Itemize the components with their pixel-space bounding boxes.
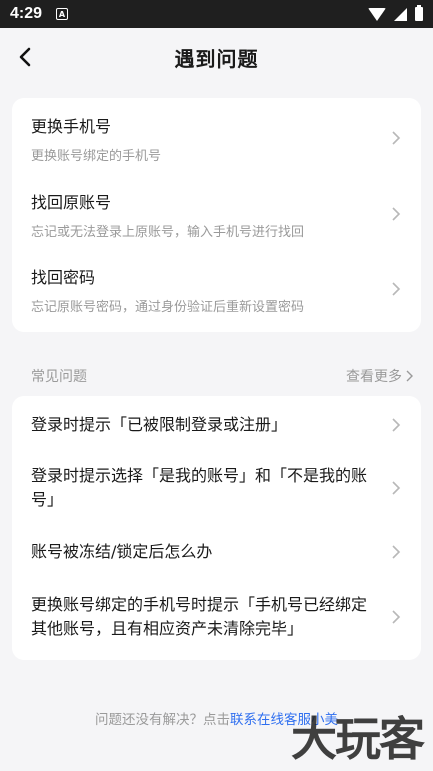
faq-item-text: 登录时提示选择「是我的账号」和「不是我的账号」 bbox=[31, 466, 368, 509]
chevron-right-icon bbox=[406, 370, 413, 382]
chevron-right-icon bbox=[392, 481, 401, 495]
recover-account-row[interactable]: 找回原账号 忘记或无法登录上原账号，输入手机号进行找回 bbox=[12, 176, 421, 252]
watermark-logo: 大玩客 bbox=[291, 712, 425, 766]
chevron-right-icon bbox=[392, 207, 401, 221]
back-button[interactable] bbox=[10, 42, 40, 72]
view-more-label: 查看更多 bbox=[346, 369, 402, 385]
row-subtitle: 更换账号绑定的手机号 bbox=[31, 148, 162, 164]
row-subtitle: 忘记或无法登录上原账号，输入手机号进行找回 bbox=[31, 224, 305, 240]
faq-label: 常见问题 bbox=[31, 369, 87, 385]
row-title: 更换手机号 bbox=[31, 116, 112, 136]
chevron-left-icon bbox=[19, 47, 31, 67]
faq-card: 登录时提示「已被限制登录或注册」 登录时提示选择「是我的账号」和「不是我的账号」… bbox=[12, 396, 421, 660]
page-title: 遇到问题 bbox=[174, 46, 259, 71]
footer-text: 问题还没有解决？点击 bbox=[95, 712, 230, 728]
faq-item[interactable]: 账号被冻结/锁定后怎么办 bbox=[12, 524, 421, 580]
row-title: 找回原账号 bbox=[31, 192, 112, 212]
status-time: 4:29 bbox=[10, 5, 43, 22]
chevron-right-icon bbox=[392, 418, 401, 432]
account-options-card: 更换手机号 更换账号绑定的手机号 找回原账号 忘记或无法登录上原账号，输入手机号… bbox=[12, 98, 421, 332]
notification-a-icon: A bbox=[56, 8, 69, 20]
chevron-right-icon bbox=[392, 545, 401, 559]
chevron-right-icon bbox=[392, 610, 401, 624]
chevron-right-icon bbox=[392, 282, 401, 296]
faq-section-header: 常见问题 查看更多 bbox=[31, 366, 413, 386]
change-phone-row[interactable]: 更换手机号 更换账号绑定的手机号 bbox=[12, 98, 421, 176]
faq-item[interactable]: 更换账号绑定的手机号时提示「手机号已经绑定其他账号，且有相应资产未清除完毕」 bbox=[12, 580, 421, 660]
row-title: 找回密码 bbox=[31, 267, 96, 287]
faq-item-text: 更换账号绑定的手机号时提示「手机号已经绑定其他账号，且有相应资产未清除完毕」 bbox=[31, 595, 368, 638]
faq-item[interactable]: 登录时提示「已被限制登录或注册」 bbox=[12, 396, 421, 452]
faq-item-text: 登录时提示「已被限制登录或注册」 bbox=[31, 415, 288, 434]
chevron-right-icon bbox=[392, 131, 401, 145]
wifi-icon bbox=[368, 7, 386, 21]
battery-icon bbox=[415, 5, 423, 21]
status-icons bbox=[368, 5, 423, 21]
faq-item-text: 账号被冻结/锁定后怎么办 bbox=[31, 542, 213, 561]
view-more-link[interactable]: 查看更多 bbox=[346, 366, 413, 386]
page-header: 遇到问题 bbox=[0, 28, 433, 86]
faq-item[interactable]: 登录时提示选择「是我的账号」和「不是我的账号」 bbox=[12, 452, 421, 524]
status-bar: 4:29 A bbox=[0, 0, 433, 28]
signal-icon bbox=[394, 7, 407, 21]
row-subtitle: 忘记原账号密码，通过身份验证后重新设置密码 bbox=[31, 299, 305, 315]
recover-password-row[interactable]: 找回密码 忘记原账号密码，通过身份验证后重新设置密码 bbox=[12, 252, 421, 332]
